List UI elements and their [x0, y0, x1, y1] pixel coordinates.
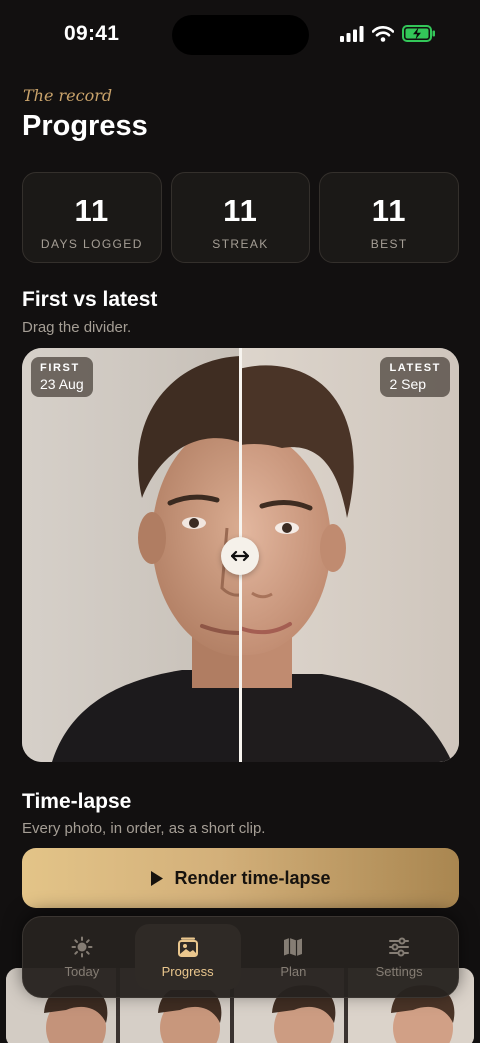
page-eyebrow: The record — [23, 86, 113, 105]
sliders-icon — [389, 937, 410, 956]
dynamic-island — [172, 15, 309, 55]
map-icon — [284, 937, 303, 956]
stat-value: 11 — [74, 193, 110, 228]
latest-photo-badge: LATEST 2 Sep — [380, 357, 450, 397]
first-photo-label: FIRST — [40, 362, 80, 374]
stat-card-days-logged: 11 DAYS LOGGED — [22, 172, 162, 263]
timelapse-section-subtitle: Every photo, in order, as a short clip. — [22, 820, 266, 837]
page-title: Progress — [22, 110, 148, 142]
tab-plan[interactable]: Plan — [241, 924, 347, 990]
before-after-slider[interactable]: FIRST 23 Aug LATEST 2 Sep — [22, 348, 459, 762]
tab-label: Settings — [375, 963, 423, 979]
compare-divider-handle[interactable] — [221, 537, 259, 575]
play-icon — [151, 870, 164, 886]
stat-label: BEST — [370, 237, 408, 251]
render-timelapse-button[interactable]: Render time-lapse — [22, 848, 459, 908]
first-photo-badge: FIRST 23 Aug — [31, 357, 93, 397]
battery-charging-icon — [402, 25, 435, 42]
arrows-left-right-icon — [231, 550, 249, 562]
stat-label: DAYS LOGGED — [40, 237, 143, 251]
render-timelapse-label: Render time-lapse — [174, 867, 331, 888]
photo-stack-icon — [177, 937, 198, 957]
tab-progress[interactable]: Progress — [134, 924, 241, 990]
stat-label: STREAK — [212, 237, 269, 251]
latest-photo-label: LATEST — [389, 362, 441, 374]
stat-card-streak: 11 STREAK — [170, 172, 311, 263]
sun-icon — [71, 936, 93, 957]
timelapse-section-title: Time-lapse — [22, 790, 132, 813]
stat-card-best: 11 BEST — [319, 172, 460, 263]
tab-label: Progress — [161, 963, 214, 979]
stat-value: 11 — [371, 193, 407, 228]
tab-bar: Today Progress Plan Settings — [22, 916, 459, 998]
cellular-signal-icon — [340, 25, 364, 42]
stat-value: 11 — [223, 193, 258, 228]
status-bar: 09:41 — [0, 0, 480, 70]
wifi-icon — [372, 25, 394, 42]
tab-today[interactable]: Today — [29, 924, 135, 990]
status-icons — [340, 25, 436, 42]
latest-photo-date: 2 Sep — [389, 376, 427, 392]
tab-label: Plan — [280, 963, 307, 979]
compare-section-title: First vs latest — [22, 288, 158, 311]
stats-row: 11 DAYS LOGGED 11 STREAK 11 BEST — [22, 172, 460, 263]
status-time: 09:41 — [64, 22, 120, 45]
first-photo-date: 23 Aug — [40, 376, 84, 392]
tab-settings[interactable]: Settings — [346, 924, 452, 990]
compare-section-subtitle: Drag the divider. — [22, 319, 132, 336]
tab-label: Today — [64, 963, 100, 979]
